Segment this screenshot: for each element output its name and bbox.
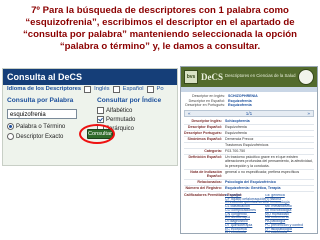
language-label: Idioma de los Descriptores [7, 86, 82, 92]
option-exact-descriptor[interactable]: Descriptor Exacto [7, 133, 63, 142]
search-form-panel: Consulta al DeCS Idioma de los Descripto… [2, 68, 178, 166]
meta-key: Descriptor en Portugués: [185, 103, 225, 108]
field-value: general o no especificada; prefiera espe… [225, 169, 300, 174]
field-value: Un trastorno psicótico grave en el que e… [225, 154, 313, 168]
qualifiers-block: Calificadores Permitidos Español: BL san… [184, 192, 314, 233]
field-key: Nota de Indización Español: [190, 169, 222, 179]
field-value: F03.700.750 [225, 148, 246, 153]
crest-icon [298, 69, 314, 85]
qualifiers-label: Calificadores Permitidos Español: [184, 192, 243, 197]
descriptor-field-row: Nota de Indización Español: general o no … [184, 170, 314, 180]
language-option-3[interactable]: Po [157, 85, 164, 94]
field-key: Descriptor Inglés: [191, 118, 222, 123]
qualifier-link[interactable]: PX psicología [265, 230, 305, 233]
field-key: Descriptor Español: [187, 124, 222, 129]
field-value[interactable]: Schizophrenia [225, 119, 314, 124]
bvs-logo-icon: bvs [184, 70, 198, 84]
nav-page-label: 1/1 [245, 110, 253, 116]
field-value: Demencia Precoz [225, 136, 254, 141]
index-section-title: Consultar por Índice [97, 97, 162, 104]
nav-prev-icon[interactable]: « [188, 111, 191, 116]
index-option-permuted-label: Permutado [106, 117, 136, 124]
query-meta: Descriptor en Inglés: SCHIZOPHRENIA Desc… [181, 92, 317, 108]
language-selector: Idioma de los Descriptores Inglés Españo… [3, 85, 177, 94]
language-checkbox-3[interactable] [146, 86, 154, 93]
radio-icon [7, 133, 14, 140]
field-key: Categoría: [204, 148, 222, 153]
field-key: Número del Registro: [185, 185, 222, 190]
field-value[interactable]: Esquizofrenia: Genética, Terapia [225, 186, 314, 191]
descriptor-field-row: Número del Registro: Esquizofrenia: Genét… [184, 186, 314, 192]
checkbox-icon [97, 116, 104, 123]
index-option-alphabetic-label: Alfabético [106, 108, 133, 115]
result-panel: bvs DeCS Descriptores en Ciencias de la … [180, 66, 318, 234]
field-key: Relacionados: [197, 179, 222, 184]
descriptor-fields: Descriptor Inglés: Schizophrenia Descripto… [184, 119, 314, 192]
field-value[interactable]: Psicología del Esquizofrénico [225, 180, 314, 185]
caption-line-4: “palabra o término” y, le damos a consul… [59, 41, 261, 52]
language-checkbox-1[interactable] [84, 86, 92, 93]
checkbox-icon [97, 107, 104, 114]
meta-row: Descriptor en Portugués: Esquizofrenia [181, 103, 317, 108]
index-option-alphabetic[interactable]: Alfabético [97, 107, 132, 116]
caption-line-2: “esquizofrenia”, escribimos el descripto… [25, 17, 295, 28]
decs-header: bvs DeCS Descriptores en Ciencias de la … [181, 67, 317, 87]
descriptor-field-row: Definición Español: Un trastorno psicótic… [184, 155, 314, 170]
field-value: Trastornos Esquizofrénicos [225, 142, 269, 147]
field-value: Esquizofrenia [225, 124, 247, 129]
search-section-title: Consulta por Palabra [7, 97, 74, 104]
result-navigation: « 1/1 » [184, 109, 314, 117]
qualifiers-column-1: BL sangre CF líquido cefalorraquídeo CI in… [225, 194, 265, 233]
instruction-caption: 7º Para la búsqueda de descriptores con … [12, 5, 308, 53]
qualifiers-column-2: GE genética HI historia IM inmunología ME m… [265, 194, 305, 233]
decs-subtitle: Descriptores en Ciencias de la Salud [225, 73, 296, 78]
language-option-1[interactable]: Inglés [94, 85, 109, 94]
option-exact-descriptor-label: Descriptor Exacto [16, 134, 64, 141]
form-title: Consulta al DeCS [3, 69, 177, 85]
field-key [184, 143, 225, 148]
field-key: Descriptor Portugués: [184, 130, 222, 135]
caption-line-1: 7º Para la búsqueda de descriptores con … [31, 5, 289, 16]
search-word-input[interactable]: esquizofrenia [7, 109, 77, 119]
meta-value: Esquizofrenia [228, 103, 252, 108]
field-value: Esquizofrenia [225, 130, 247, 135]
qualifier-link[interactable]: EH etnología [225, 230, 265, 233]
highlight-circle [79, 124, 115, 144]
caption-line-3: “consulta por palabra” manteniendo selec… [22, 29, 298, 40]
field-key: Definición Español: [188, 154, 222, 159]
option-word-or-term[interactable]: Palabra o Término [7, 123, 65, 132]
nav-next-icon[interactable]: » [307, 111, 310, 116]
decs-title: DeCS [201, 72, 223, 82]
option-word-or-term-label: Palabra o Término [16, 124, 66, 131]
field-key: Sinónimos Español: [187, 136, 222, 141]
radio-icon [7, 123, 14, 130]
language-checkbox-2[interactable] [112, 86, 120, 93]
language-option-2[interactable]: Español [123, 85, 144, 94]
